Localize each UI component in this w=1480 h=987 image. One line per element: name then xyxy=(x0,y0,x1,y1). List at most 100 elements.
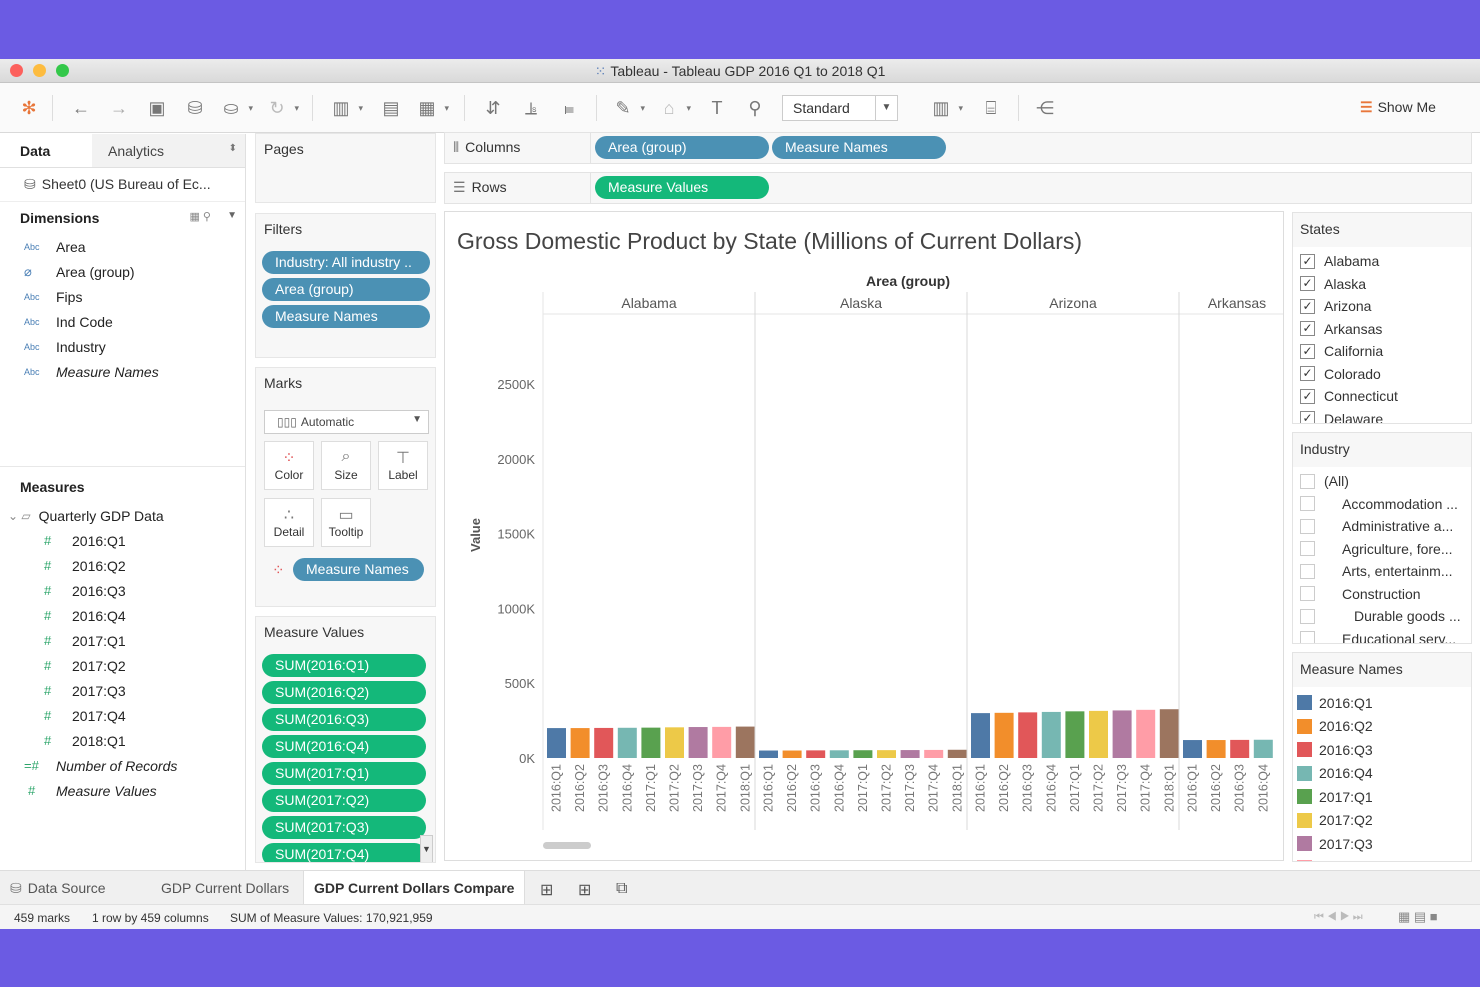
bar[interactable] xyxy=(570,728,590,758)
redo-icon[interactable]: → xyxy=(106,95,132,121)
dimension-field[interactable]: Abc Measure Names xyxy=(0,359,245,384)
group-members-icon[interactable]: ⌂ xyxy=(656,95,691,121)
measure-value-pill[interactable]: SUM(2016:Q4) xyxy=(262,735,426,758)
presentation-mode-icon[interactable]: ⌸ xyxy=(978,95,1004,121)
tab-analytics[interactable]: Analytics xyxy=(92,134,245,167)
legend-item[interactable]: 2016:Q2 xyxy=(1293,715,1471,739)
share-icon[interactable]: ⋲ xyxy=(1032,95,1058,121)
bar[interactable] xyxy=(547,728,566,758)
scroll-down-icon[interactable]: ▼ xyxy=(420,835,433,862)
state-filter-item[interactable]: ✓ Alaska xyxy=(1293,273,1471,296)
bar[interactable] xyxy=(1018,712,1038,758)
bar[interactable] xyxy=(947,749,967,758)
measure-field[interactable]: # Measure Values xyxy=(0,778,245,803)
measure-field[interactable]: #2018:Q1 xyxy=(0,728,245,753)
measure-field[interactable]: #2017:Q1 xyxy=(0,628,245,653)
horizontal-scrollbar[interactable] xyxy=(543,842,591,849)
fix-axes-icon[interactable]: ⚲ xyxy=(742,95,768,121)
bar[interactable] xyxy=(1112,710,1132,758)
bar[interactable] xyxy=(1159,709,1179,758)
dimension-field[interactable]: Abc Ind Code xyxy=(0,309,245,334)
bar[interactable] xyxy=(853,750,873,758)
bar[interactable] xyxy=(971,713,990,758)
tableau-logo-icon[interactable]: ✻ xyxy=(16,95,42,121)
bar[interactable] xyxy=(1253,739,1273,758)
bar[interactable] xyxy=(1136,709,1156,758)
checkbox-checked-icon[interactable]: ✓ xyxy=(1300,253,1315,269)
bar[interactable] xyxy=(829,750,849,758)
measure-field[interactable]: =# Number of Records xyxy=(0,753,245,778)
bar[interactable] xyxy=(1183,740,1202,758)
state-filter-item[interactable]: ✓ California xyxy=(1293,340,1471,363)
measure-field[interactable]: #2017:Q2 xyxy=(0,653,245,678)
measure-value-pill[interactable]: SUM(2017:Q2) xyxy=(262,789,426,812)
filter-pill-industry[interactable]: Industry: All industry .. xyxy=(262,251,430,274)
checkbox-unchecked-icon[interactable] xyxy=(1300,473,1315,489)
filter-pill-area-group[interactable]: Area (group) xyxy=(262,278,430,301)
rows-shelf[interactable]: ☰ Rows Measure Values xyxy=(444,172,1472,204)
swap-rows-columns-icon[interactable]: ⇵ xyxy=(480,95,506,121)
duplicate-sheet-icon[interactable]: ▤ xyxy=(378,95,404,121)
bar[interactable] xyxy=(665,727,684,758)
checkbox-unchecked-icon[interactable] xyxy=(1300,563,1315,579)
bar[interactable] xyxy=(594,727,614,758)
bar[interactable] xyxy=(712,726,732,758)
bar[interactable] xyxy=(1230,739,1250,758)
checkbox-unchecked-icon[interactable] xyxy=(1300,518,1315,534)
new-worksheet-icon[interactable]: ▥ xyxy=(328,95,363,121)
checkbox-unchecked-icon[interactable] xyxy=(1300,496,1315,512)
new-worksheet-icon[interactable]: ⊞ xyxy=(530,871,563,905)
bar[interactable] xyxy=(924,749,944,758)
color-button[interactable]: ⁘ Color xyxy=(264,441,314,490)
rows-pill-measure-values[interactable]: Measure Values xyxy=(595,176,769,199)
sort-descending-icon[interactable]: ⫢ xyxy=(556,95,582,121)
checkbox-unchecked-icon[interactable] xyxy=(1300,586,1315,602)
highlight-icon[interactable]: ✎ xyxy=(610,95,645,121)
fit-dropdown[interactable]: Standard ▼ xyxy=(782,95,898,121)
checkbox-unchecked-icon[interactable] xyxy=(1300,608,1315,624)
industry-filter-item[interactable]: Accommodation ... xyxy=(1293,493,1471,516)
tooltip-button[interactable]: ▭ Tooltip xyxy=(321,498,371,547)
columns-shelf[interactable]: ⦀ Columns Area (group) Measure Names xyxy=(444,132,1472,164)
bar[interactable] xyxy=(641,727,661,758)
industry-filter-item[interactable]: (All) xyxy=(1293,470,1471,493)
search-icon[interactable]: ▦ ⚲ xyxy=(189,210,211,223)
bar[interactable] xyxy=(1206,740,1226,758)
dimension-field[interactable]: ⌀ Area (group) xyxy=(0,259,245,284)
page-nav-icon[interactable]: ⏮ ◀ ▶ ⏭ xyxy=(1314,911,1363,924)
measure-value-pill[interactable]: SUM(2016:Q3) xyxy=(262,708,426,731)
show-me-button[interactable]: ☰ Show Me xyxy=(1360,99,1436,116)
show-cards-icon[interactable]: ▥ xyxy=(928,95,963,121)
bar[interactable] xyxy=(1041,711,1061,758)
save-icon[interactable]: ▣ xyxy=(144,95,170,121)
measure-field[interactable]: #2016:Q4 xyxy=(0,603,245,628)
data-source-item[interactable]: ⛁ Sheet0 (US Bureau of Ec... xyxy=(0,168,245,202)
bar[interactable] xyxy=(900,750,920,758)
measure-value-pill[interactable]: SUM(2017:Q1) xyxy=(262,762,426,785)
legend-item[interactable]: 2017:Q1 xyxy=(1293,785,1471,809)
measure-field[interactable]: #2016:Q1 xyxy=(0,528,245,553)
measure-value-pill[interactable]: SUM(2017:Q4) xyxy=(262,843,426,862)
state-filter-item[interactable]: ✓ Colorado xyxy=(1293,363,1471,386)
bar[interactable] xyxy=(806,750,826,758)
bar[interactable] xyxy=(782,750,802,758)
dimension-field[interactable]: Abc Industry xyxy=(0,334,245,359)
legend-item[interactable]: 2016:Q4 xyxy=(1293,762,1471,786)
new-data-source-icon[interactable]: ⛁ xyxy=(182,95,208,121)
checkbox-unchecked-icon[interactable] xyxy=(1300,541,1315,557)
detail-button[interactable]: ∴ Detail xyxy=(264,498,314,547)
view-mode-icon[interactable]: ▦ ▤ ■ xyxy=(1398,909,1438,925)
measure-field[interactable]: #2016:Q2 xyxy=(0,553,245,578)
bar[interactable] xyxy=(688,727,708,758)
checkbox-checked-icon[interactable]: ✓ xyxy=(1300,321,1315,337)
label-button[interactable]: ⊤ Label xyxy=(378,441,428,490)
measure-field[interactable]: #2016:Q3 xyxy=(0,578,245,603)
state-filter-item[interactable]: ✓ Arkansas xyxy=(1293,318,1471,341)
new-story-icon[interactable]: ⧉ xyxy=(606,871,637,905)
refresh-icon[interactable]: ↻ xyxy=(264,95,299,121)
measure-field[interactable]: #2017:Q4 xyxy=(0,703,245,728)
measure-folder[interactable]: ⌄ ▱ Quarterly GDP Data xyxy=(0,503,245,528)
measure-field[interactable]: #2017:Q3 xyxy=(0,678,245,703)
checkbox-checked-icon[interactable]: ✓ xyxy=(1300,343,1315,359)
legend-item[interactable]: 2016:Q1 xyxy=(1293,691,1471,715)
